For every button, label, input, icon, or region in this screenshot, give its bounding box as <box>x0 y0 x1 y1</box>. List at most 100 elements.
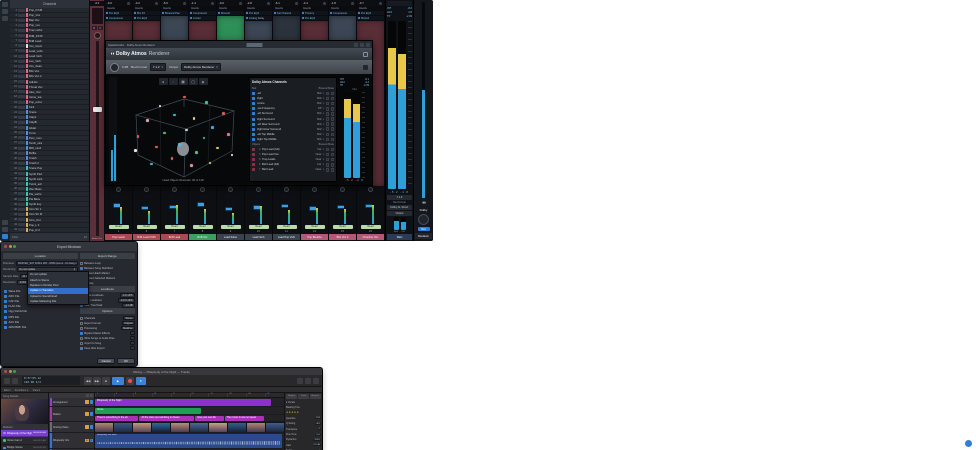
binaural-mode-value[interactable]: Mid <box>317 112 321 115</box>
volume-knob[interactable] <box>110 62 119 72</box>
channel-mini-buttons[interactable] <box>18 115 25 119</box>
lcd-display[interactable]: 8:37:05.12 120.00 4/4 <box>22 376 80 385</box>
solo-toggle[interactable] <box>330 91 334 96</box>
film-frame-thumbnail[interactable] <box>189 422 209 432</box>
strip-name-bar[interactable]: Lead Solos <box>217 234 244 240</box>
plugin-enable-icon[interactable] <box>302 16 304 20</box>
mute-toggle[interactable] <box>325 147 329 152</box>
plugin-name[interactable]: Pro EQ3 <box>361 12 371 15</box>
channel-name[interactable]: Crash 2 <box>29 161 88 165</box>
info-icon[interactable] <box>363 51 368 57</box>
audio-object-dot[interactable] <box>158 104 162 108</box>
film-frame-thumbnail[interactable] <box>246 422 266 432</box>
channel-name[interactable]: Pia_verbs <box>29 192 88 196</box>
output-chip[interactable]: Output <box>387 211 412 216</box>
audio-object-dot[interactable] <box>215 146 219 150</box>
track-header-icon[interactable] <box>86 394 89 397</box>
value-chip[interactable]: -14.0 LUFS <box>117 298 135 303</box>
strip-dot-button[interactable] <box>239 1 242 5</box>
channel-name[interactable]: Alex_Vox <box>29 90 88 94</box>
audio-object-dot[interactable] <box>146 119 149 122</box>
channel-mini-buttons[interactable] <box>18 172 25 176</box>
chevron-down-icon[interactable]: ▾ <box>323 97 324 100</box>
film-frame-thumbnail[interactable] <box>151 422 171 432</box>
marker-list-item[interactable]: Bridge Scene 00:02:45.120 <box>1 445 48 450</box>
inspector-value[interactable]: 0 <box>317 428 321 431</box>
channel-mini-buttons[interactable] <box>18 202 25 206</box>
audio-object-dot[interactable] <box>226 133 230 136</box>
checkbox-icon[interactable] <box>79 341 83 345</box>
film-frame-thumbnail[interactable] <box>227 422 247 432</box>
plugin-name[interactable]: Tricomp <box>305 12 314 15</box>
track-header[interactable]: Marker <box>49 407 94 422</box>
film-frame-thumbnail[interactable] <box>113 422 133 432</box>
channel-mini-buttons[interactable] <box>18 59 25 63</box>
wrench-icon[interactable] <box>363 64 368 70</box>
mute-toggle[interactable] <box>325 91 329 96</box>
film-frame-thumbnail[interactable] <box>208 422 228 432</box>
pan-knob[interactable] <box>368 187 373 192</box>
pan-knob[interactable] <box>172 187 177 192</box>
strip-name-bar[interactable]: BnB Lead <box>161 234 188 240</box>
channel-mini-buttons[interactable] <box>18 13 25 17</box>
mute-toggle[interactable] <box>325 163 329 167</box>
audio-object-dot[interactable] <box>204 101 208 104</box>
bed-format-dropdown[interactable]: 7.1.2 ▾ <box>149 63 167 71</box>
plugin-enable-icon[interactable] <box>134 11 136 15</box>
chevron-down-icon[interactable]: ▾ <box>323 158 324 161</box>
mute-toggle[interactable] <box>325 122 329 126</box>
channel-mini-buttons[interactable] <box>18 228 25 232</box>
channel-name[interactable]: Intro Str 1 <box>29 207 88 211</box>
audio-region[interactable]: Rhapsody Vox Main <box>95 433 283 448</box>
audio-object-dot[interactable] <box>202 136 206 140</box>
chevron-down-icon[interactable]: ▾ <box>323 128 324 131</box>
console-tool-icon[interactable] <box>2 227 8 232</box>
window-title-bar[interactable]: Mixing — Rhapsody of the Night — Tracks <box>1 368 322 375</box>
channel-name[interactable]: Lee_Verb <box>29 59 88 63</box>
channel-name[interactable]: HiHat <box>29 126 88 130</box>
channel-name[interactable]: BnB_FX45 <box>29 34 88 38</box>
chevron-down-icon[interactable]: ▾ <box>323 92 324 95</box>
console-tool-icon[interactable] <box>2 16 8 21</box>
mute-toggle[interactable] <box>325 117 329 121</box>
audio-object-dot[interactable] <box>136 135 140 138</box>
mute-toggle[interactable] <box>325 96 329 101</box>
channel-name[interactable]: Pop_extra <box>29 100 88 104</box>
loop-browser-icon[interactable] <box>313 377 319 384</box>
plugin-name[interactable]: Pro EQ3 <box>109 12 119 15</box>
console-active-tool-icon[interactable] <box>2 234 8 239</box>
plugin-name[interactable]: Pro EQ3 <box>305 17 315 20</box>
automation-read-button[interactable]: Read <box>304 224 325 229</box>
inspector-toggle-icon[interactable] <box>12 377 18 384</box>
solo-toggle[interactable] <box>330 163 334 167</box>
channel-name[interactable]: Snare <box>29 110 88 114</box>
chevron-down-icon[interactable]: ▾ <box>323 163 324 166</box>
channel-fader[interactable] <box>92 41 102 236</box>
strip-dot-button[interactable] <box>211 1 214 5</box>
audio-object-dot[interactable] <box>208 161 212 165</box>
binaural-mode-value[interactable]: Mid <box>317 97 321 100</box>
plugin-name[interactable]: Binaural Pan <box>165 12 180 15</box>
channel-mini-buttons[interactable] <box>18 28 25 32</box>
channel-mini-buttons[interactable] <box>18 64 25 68</box>
audio-object-dot[interactable] <box>185 128 189 132</box>
audio-object-dot[interactable] <box>195 151 198 154</box>
solo-toggle[interactable] <box>330 157 334 162</box>
channel-name[interactable]: Pop_R 2 <box>29 228 88 232</box>
inspector-tab[interactable]: Region <box>286 394 298 399</box>
inspector-value[interactable]: 100% <box>313 438 321 441</box>
list-editors-icon[interactable] <box>297 377 303 384</box>
console-tool-icon[interactable] <box>2 2 8 7</box>
arrangement-region[interactable]: Rhapsody of the Night <box>95 398 271 406</box>
audio-object-dot[interactable] <box>222 111 225 115</box>
bed-format-chip[interactable]: 7.1.2 <box>387 195 412 200</box>
strip-name-bar[interactable]: Pop Breaths <box>301 234 328 240</box>
solo-toggle[interactable] <box>330 96 334 101</box>
solo-toggle[interactable] <box>330 152 334 157</box>
mute-button[interactable]: M <box>91 26 97 30</box>
chevron-down-icon[interactable]: ▾ <box>323 102 324 105</box>
channel-name[interactable]: 808_mixd <box>29 146 88 150</box>
mute-button[interactable] <box>85 412 89 416</box>
plugin-enable-icon[interactable] <box>190 11 192 15</box>
mute-toggle[interactable] <box>325 112 329 116</box>
